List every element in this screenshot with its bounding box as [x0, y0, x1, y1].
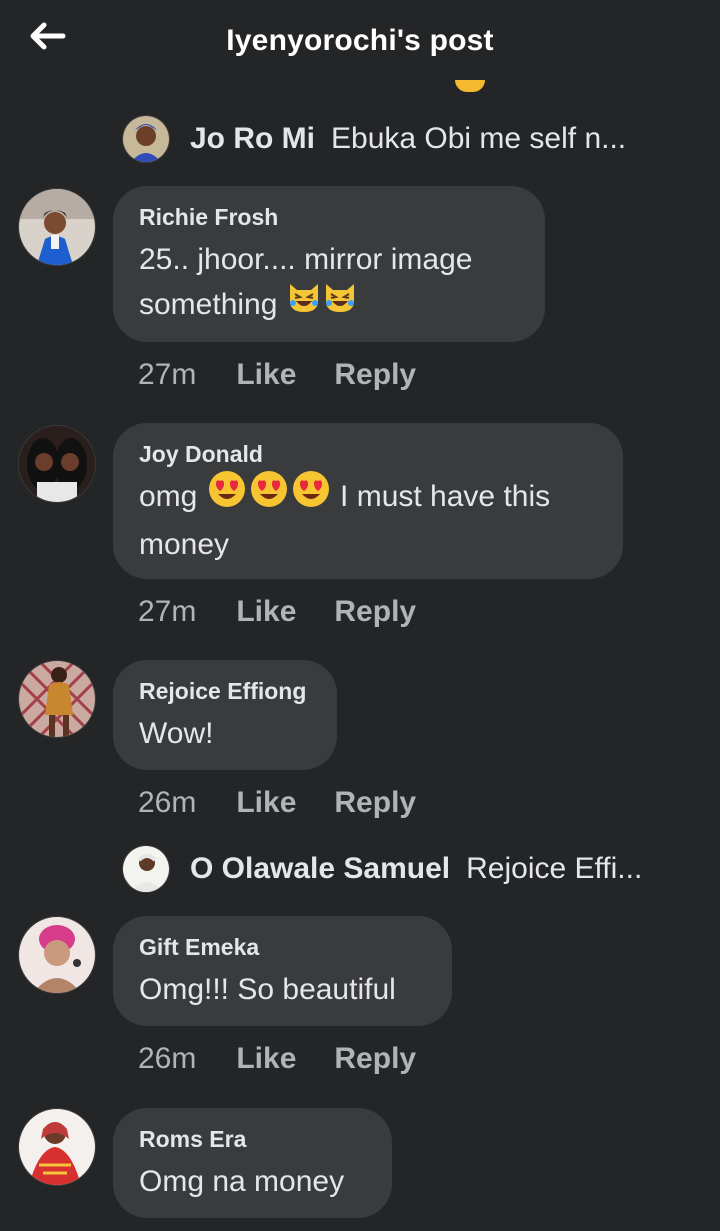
- reply-text: Rejoice Effi...: [466, 852, 643, 885]
- comment-text: Wow!: [139, 717, 214, 750]
- comment-author[interactable]: Joy Donald: [139, 441, 597, 468]
- reply-button[interactable]: Reply: [334, 786, 416, 820]
- like-button[interactable]: Like: [236, 1042, 296, 1076]
- comment-author[interactable]: Rejoice Effiong: [139, 678, 311, 705]
- reply-preview[interactable]: O Olawale Samuel Rejoice Effi...: [122, 845, 642, 893]
- timestamp: 26m: [138, 786, 197, 819]
- comment-text: Omg na money: [139, 1165, 345, 1198]
- timestamp: 26m: [138, 1042, 197, 1075]
- reply-preview[interactable]: Jo Ro Mi Ebuka Obi me self n...: [122, 115, 626, 163]
- comment-author[interactable]: Gift Emeka: [139, 934, 426, 961]
- heart-eyes-face-icon: [249, 469, 289, 522]
- avatar[interactable]: [122, 845, 170, 893]
- comment-text: omg I must have this money: [139, 470, 597, 567]
- avatar[interactable]: [18, 188, 96, 266]
- reply-button[interactable]: Reply: [334, 1042, 416, 1076]
- laughing-cat-face-icon: [323, 281, 357, 326]
- like-button[interactable]: Like: [236, 358, 296, 392]
- comment-bubble[interactable]: Roms Era Omg na money: [113, 1108, 392, 1218]
- reply-button[interactable]: Reply: [334, 595, 416, 629]
- reply-button[interactable]: Reply: [334, 358, 416, 392]
- partial-emoji-icon: [455, 80, 485, 92]
- page-title: Iyenyorochi's post: [226, 24, 494, 57]
- comment-actions: 27m Like Reply: [138, 595, 416, 629]
- comment-text: Omg!!! So beautiful: [139, 973, 396, 1006]
- comment-actions: 27m Like Reply: [138, 358, 416, 392]
- reply-author[interactable]: O Olawale Samuel: [190, 852, 450, 886]
- top-bar: Iyenyorochi's post: [0, 0, 720, 86]
- comment-actions: 26m Like Reply: [138, 786, 416, 820]
- comment-actions: 26m Like Reply: [138, 1042, 416, 1076]
- heart-eyes-face-icon: [207, 469, 247, 522]
- avatar[interactable]: [18, 660, 96, 738]
- avatar[interactable]: [18, 1108, 96, 1186]
- timestamp: 27m: [138, 358, 197, 391]
- like-button[interactable]: Like: [236, 595, 296, 629]
- like-button[interactable]: Like: [236, 786, 296, 820]
- comment-bubble[interactable]: Gift Emeka Omg!!! So beautiful: [113, 916, 452, 1026]
- comment-bubble[interactable]: Joy Donald omg I must have this money: [113, 423, 623, 579]
- comment-author[interactable]: Richie Frosh: [139, 204, 519, 231]
- avatar[interactable]: [18, 916, 96, 994]
- heart-eyes-face-icon: [291, 469, 331, 522]
- reply-text: Ebuka Obi me self n...: [331, 122, 627, 155]
- comment-text: 25.. jhoor.... mirror image something: [139, 237, 519, 327]
- reply-author[interactable]: Jo Ro Mi: [190, 122, 315, 156]
- comment-author[interactable]: Roms Era: [139, 1126, 366, 1153]
- laughing-cat-face-icon: [287, 281, 321, 326]
- comment-bubble[interactable]: Richie Frosh 25.. jhoor.... mirror image…: [113, 186, 545, 342]
- avatar[interactable]: [122, 115, 170, 163]
- avatar[interactable]: [18, 425, 96, 503]
- comment-bubble[interactable]: Rejoice Effiong Wow!: [113, 660, 337, 770]
- timestamp: 27m: [138, 595, 197, 628]
